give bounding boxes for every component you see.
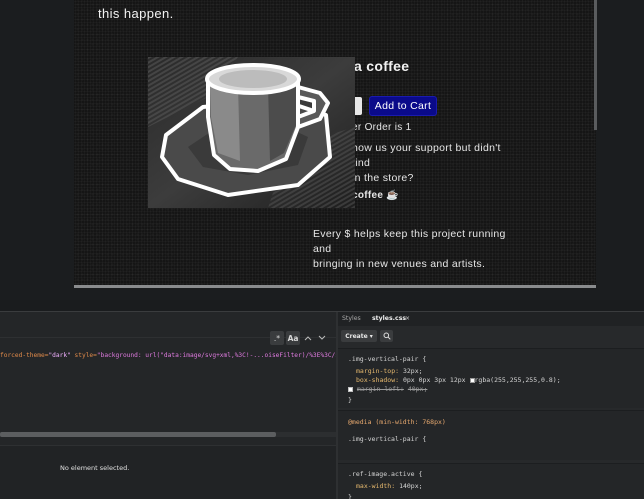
rule-selector: .img-vertical-pair { — [348, 435, 427, 443]
css-rule-img-vertical-pair[interactable]: .img-vertical-pair { margin-top: 32px; b… — [338, 348, 644, 408]
code-attr-2: style= — [70, 352, 97, 359]
no-element-message: No element selected. — [60, 464, 130, 472]
code-attr-1: forced-theme= — [0, 352, 49, 359]
search-icon[interactable] — [380, 330, 393, 342]
css-prop-margin-top[interactable]: margin-top: 32px; — [356, 367, 423, 375]
prop-name: box-shadow: — [356, 376, 400, 384]
browser-page-area: this happen. a coffee Add to Cart er Ord… — [0, 0, 644, 300]
css-prop-box-shadow[interactable]: box-shadow: 0px 0px 3px 12px rgba(255,25… — [356, 376, 561, 384]
prop-name: margin-top: — [356, 367, 400, 375]
code-val-1: "dark" — [48, 352, 71, 359]
styles-panel: Styles styles.css × Create ▾ .img-vertic… — [338, 312, 644, 499]
support-line-1: how us your support but didn't find — [352, 142, 501, 169]
prop-value: 32px; — [402, 367, 423, 375]
close-icon[interactable]: × — [405, 315, 410, 322]
prop-color-value: rgba(255,255,255,0.8); — [474, 376, 561, 384]
horizontal-scrollbar-thumb[interactable] — [0, 432, 276, 437]
elements-panel: .* Aa forced-theme="dark" style="backgro… — [0, 312, 410, 499]
support-text: how us your support but didn't find in t… — [352, 141, 522, 186]
regex-toggle-button[interactable]: .* — [270, 331, 284, 345]
match-case-button[interactable]: Aa — [286, 331, 300, 345]
prop-value: 0px 0px 3px 12px — [402, 376, 466, 384]
prop-name: max-width: — [356, 482, 396, 490]
create-button[interactable]: Create ▾ — [341, 330, 377, 342]
css-prop-max-width[interactable]: max-width: 140px; — [356, 482, 423, 490]
chevron-up-icon[interactable] — [302, 331, 314, 345]
order-count-text: er Order is 1 — [352, 122, 412, 133]
rule-selector: .img-vertical-pair { — [348, 355, 427, 363]
product-title: a coffee — [354, 58, 410, 74]
coffee-cup-image — [148, 57, 355, 208]
css-rule-ref-image-active[interactable]: .ref-image.active { max-width: 140px; } — [338, 463, 644, 499]
tab-styles[interactable]: Styles — [342, 315, 361, 322]
donate-text: Every $ helps keep this project running … — [313, 227, 523, 272]
devtools-panel: .* Aa forced-theme="dark" style="backgro… — [0, 311, 644, 499]
media-query: @media (min-width: 768px) — [348, 418, 446, 426]
styles-tabs: Styles styles.css × — [338, 312, 644, 326]
rule-close-brace: } — [348, 396, 352, 404]
css-media-rule[interactable]: @media (min-width: 768px) .img-vertical-… — [338, 410, 644, 460]
donate-line-2: bringing in new venues and artists. — [313, 258, 486, 270]
coffee-label: coffee — [352, 190, 384, 201]
rule-close-brace: } — [348, 493, 352, 499]
page-scrollbar[interactable] — [594, 0, 597, 130]
support-line-2: in the store? — [352, 172, 414, 184]
create-label: Create — [345, 332, 368, 340]
rule-selector: .ref-image.active { — [348, 470, 423, 478]
prop-name: margin-left: — [356, 385, 404, 393]
add-to-cart-button[interactable]: Add to Cart — [369, 96, 437, 116]
coffee-emoji-icon: ☕ — [386, 190, 400, 201]
prop-value: 40px; — [407, 385, 428, 393]
donate-line-1: Every $ helps keep this project running … — [313, 228, 506, 255]
prop-value: 140px; — [399, 482, 423, 490]
element-details-pane — [0, 445, 336, 499]
property-checkbox[interactable] — [348, 386, 353, 392]
coffee-heading: coffee ☕ — [352, 190, 399, 201]
css-prop-margin-left[interactable]: margin-left: 40px; — [348, 385, 427, 393]
intro-text: this happen. — [98, 6, 174, 21]
caret-down-icon: ▾ — [369, 332, 373, 340]
chevron-down-icon[interactable] — [316, 331, 328, 345]
tab-styles-css[interactable]: styles.css — [372, 315, 406, 322]
